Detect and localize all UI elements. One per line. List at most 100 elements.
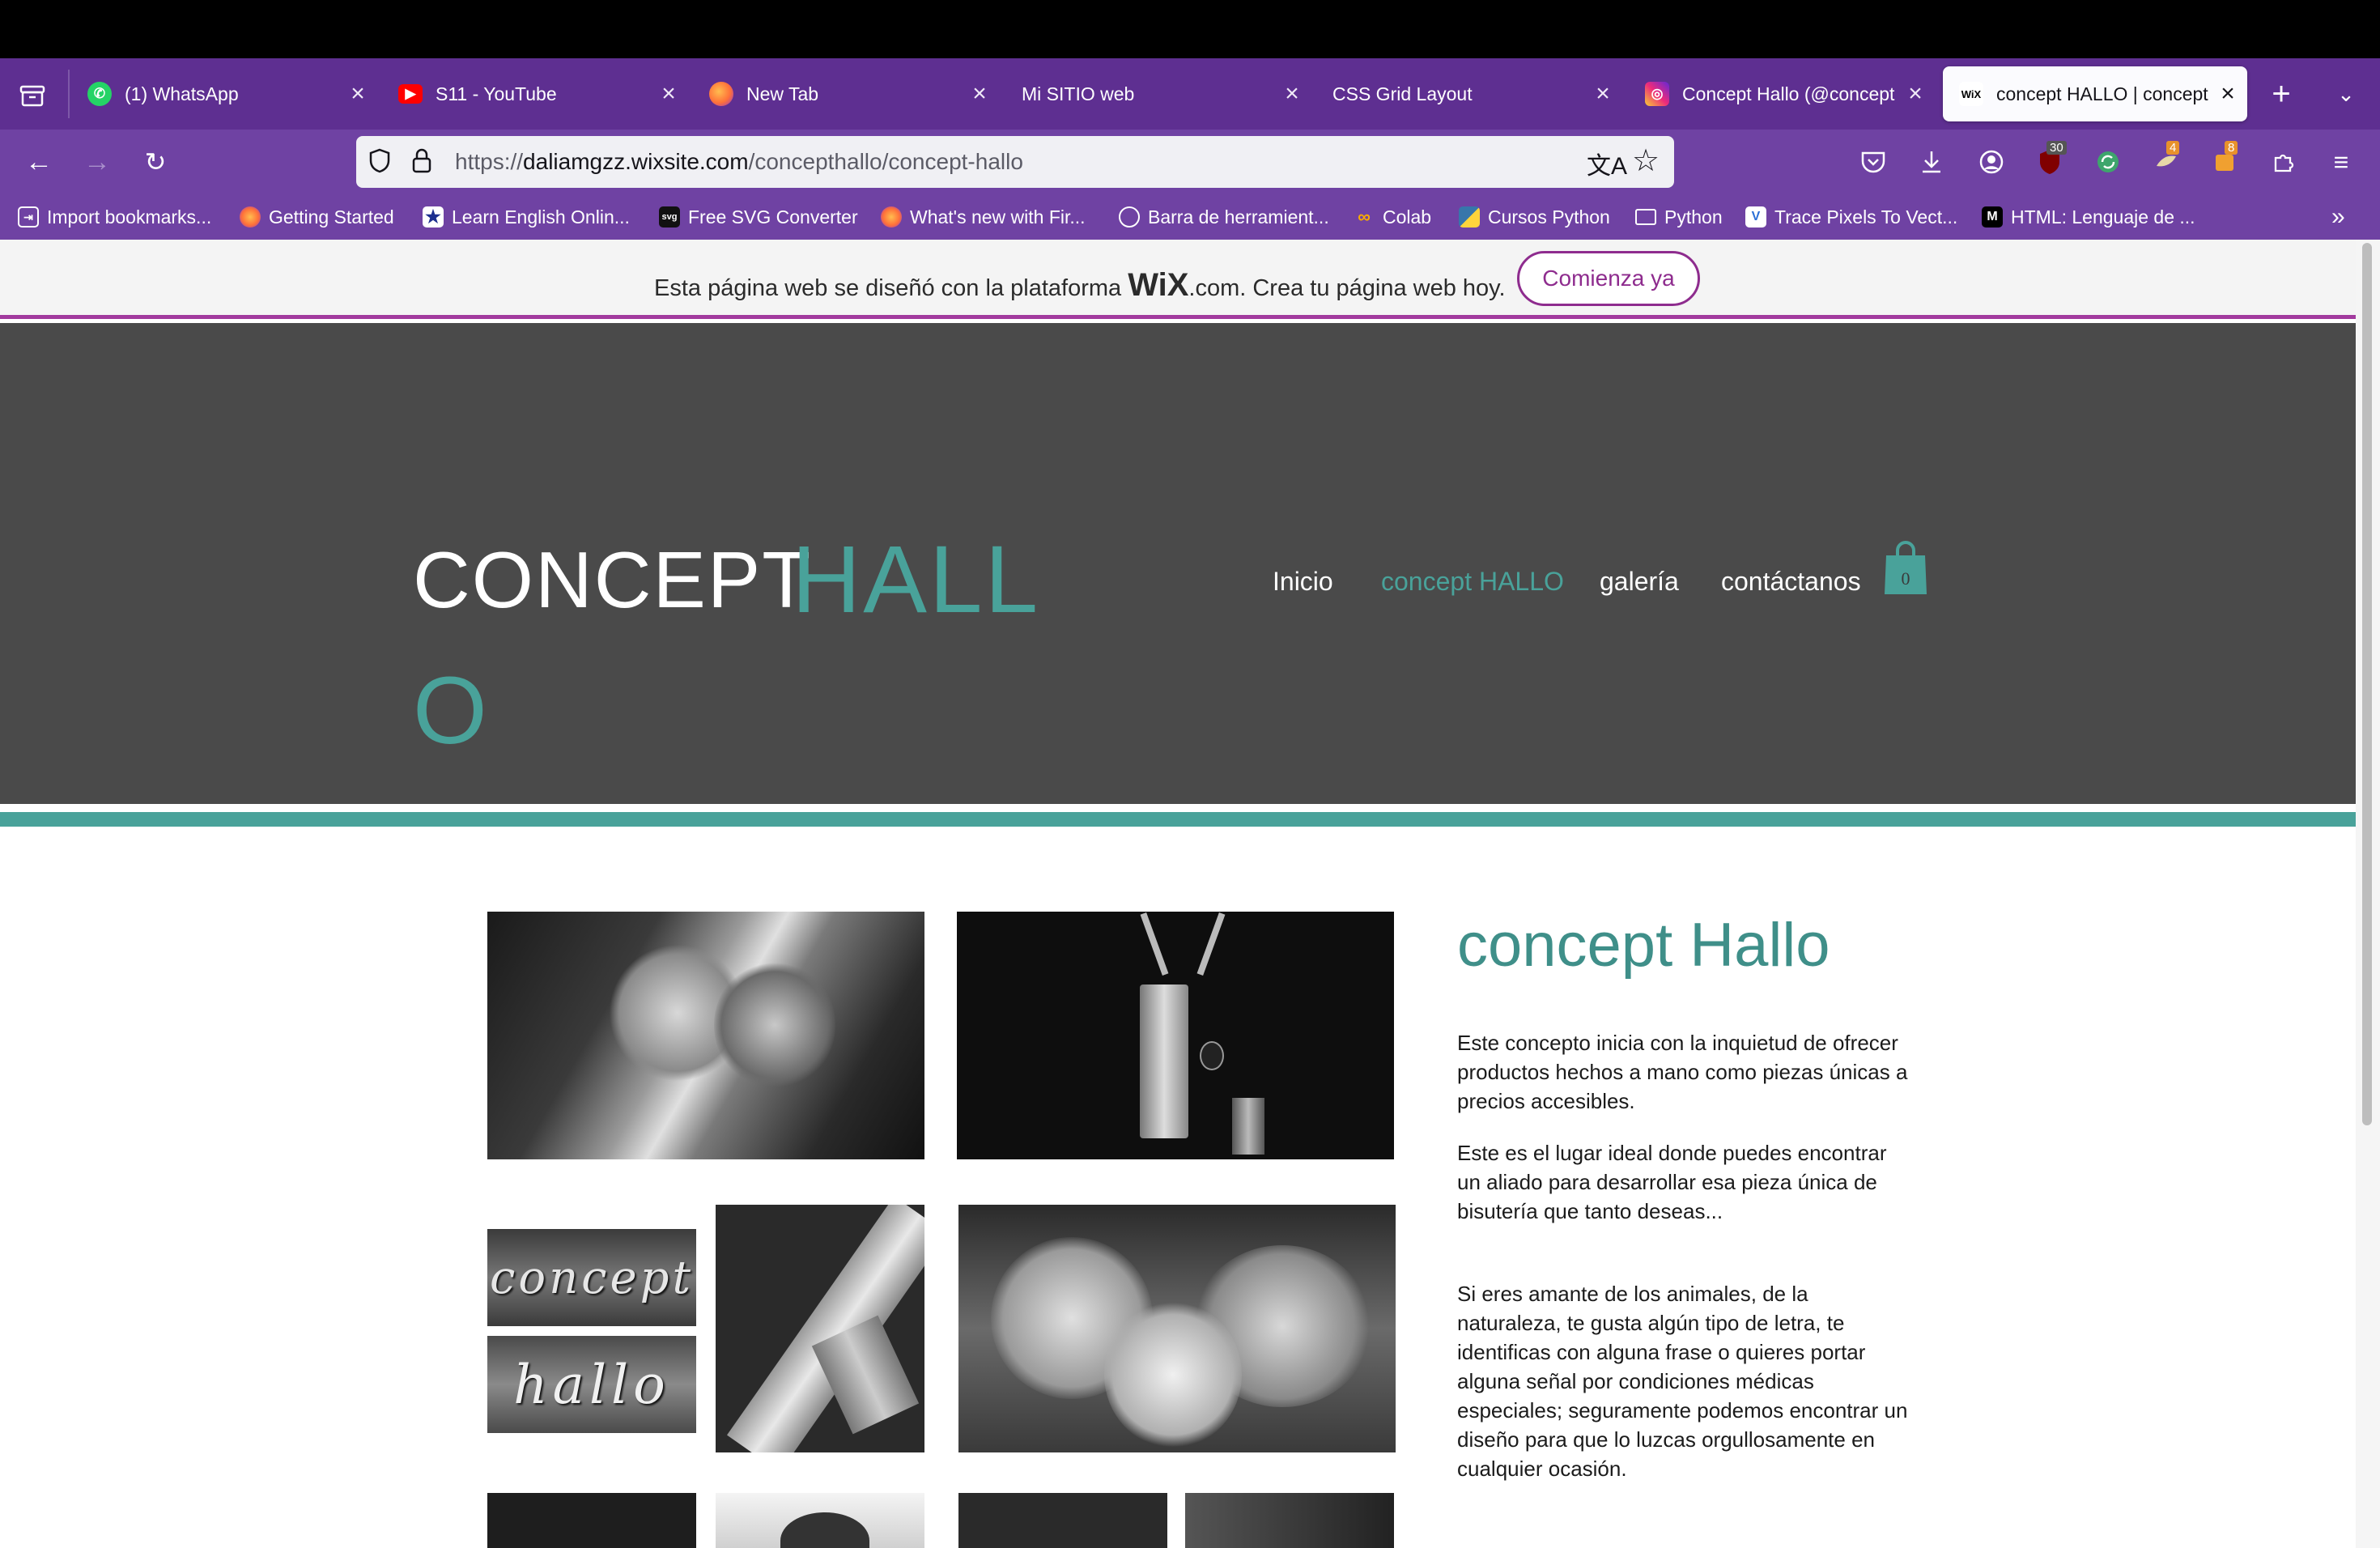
bookmark-learn-english[interactable]: ★ Learn English Onlin... [423, 202, 630, 232]
youtube-icon: ▶ [398, 84, 423, 104]
extension-badge: 8 [2225, 141, 2238, 155]
cart-count: 0 [1901, 568, 1910, 589]
bookmark-colab[interactable]: ∞ Colab [1354, 202, 1431, 232]
close-icon[interactable]: × [2216, 80, 2239, 108]
nav-contactanos[interactable]: contáctanos [1721, 567, 1861, 597]
bookmark-barra-herramientas[interactable]: Barra de herramient... [1119, 202, 1329, 232]
os-top-bar [0, 0, 2380, 58]
tab-title: (1) WhatsApp [125, 83, 239, 104]
new-tab-button[interactable]: + [2262, 74, 2301, 113]
tab-youtube[interactable]: ▶ S11 - YouTube × [398, 66, 680, 121]
download-icon[interactable] [1912, 142, 1951, 181]
site-header [0, 323, 2356, 804]
tab-title: New Tab [746, 83, 819, 104]
svg-icon: svg [659, 206, 680, 228]
close-icon[interactable]: × [1281, 80, 1303, 108]
bookmark-star-icon[interactable]: ☆ [1632, 142, 1660, 179]
url-bar[interactable]: https://daliamgzz.wixsite.com/concepthal… [356, 136, 1674, 188]
close-icon[interactable]: × [1592, 80, 1614, 108]
lock-icon[interactable] [411, 147, 432, 179]
wix-banner-text: Esta página web se diseñó con la platafo… [654, 267, 1506, 303]
tab-whatsapp[interactable]: ✆ (1) WhatsApp × [87, 66, 369, 121]
firefox-icon [881, 206, 902, 228]
extensions-puzzle-icon[interactable] [2263, 142, 2302, 181]
wix-icon: WiX [1959, 82, 1983, 106]
bookmark-trace-pixels[interactable]: V Trace Pixels To Vect... [1745, 202, 1957, 232]
trace-icon: V [1745, 206, 1766, 228]
reload-icon[interactable]: ↻ [136, 142, 175, 181]
forward-arrow-icon[interactable]: → [78, 142, 117, 181]
photo-bracelet[interactable] [487, 1493, 696, 1548]
nav-inicio[interactable]: Inicio [1273, 567, 1333, 597]
bookmark-whats-new[interactable]: What's new with Fir... [881, 202, 1086, 232]
star-icon: ★ [423, 206, 444, 228]
account-icon[interactable] [1972, 142, 2011, 181]
tab-new-tab[interactable]: New Tab × [709, 66, 991, 121]
close-icon[interactable]: × [968, 80, 991, 108]
firefox-icon [709, 82, 733, 106]
tab-css-grid[interactable]: CSS Grid Layout × [1332, 66, 1614, 121]
bookmark-svg-converter[interactable]: svg Free SVG Converter [659, 202, 858, 232]
shield-icon[interactable] [368, 147, 392, 179]
photo-portrait[interactable] [716, 1493, 924, 1548]
wix-logo: WiX [1128, 267, 1189, 303]
nav-concept-hallo[interactable]: concept HALLO [1381, 567, 1564, 597]
back-arrow-icon[interactable]: ← [19, 142, 58, 181]
close-icon[interactable]: × [1904, 80, 1927, 108]
pocket-icon[interactable] [1854, 142, 1893, 181]
header-divider [0, 812, 2356, 827]
paragraph-intro: Este concepto inicia con la inquietud de… [1457, 1031, 1908, 1113]
nav-galeria[interactable]: galería [1600, 567, 1679, 597]
tab-divider [68, 70, 70, 118]
site-logo-hall[interactable]: HALL [792, 525, 1040, 635]
tab-strip: ✆ (1) WhatsApp × ▶ S11 - YouTube × New T… [0, 58, 2380, 130]
bookmark-import[interactable]: ⇥ Import bookmarks... [18, 202, 211, 232]
bookmarks-overflow-chevron-icon[interactable]: » [2331, 202, 2345, 232]
url-text[interactable]: https://daliamgzz.wixsite.com/concepthal… [455, 149, 1023, 175]
python-icon [1459, 206, 1480, 228]
photo-engraving-concept[interactable]: concept [487, 1229, 696, 1326]
tab-instagram[interactable]: ◎ Concept Hallo (@concept × [1645, 66, 1927, 121]
tab-title: Concept Hallo (@concept [1682, 83, 1895, 104]
tab-mi-sitio[interactable]: Mi SITIO web × [1022, 66, 1303, 121]
extension-hand-icon[interactable]: 4 [2147, 141, 2186, 181]
photo-children[interactable] [958, 1205, 1396, 1452]
bookmark-cursos-python[interactable]: Cursos Python [1459, 202, 1610, 232]
close-icon[interactable]: × [346, 80, 369, 108]
paragraph-animals: Si eres amante de los animales, de la na… [1457, 1282, 1908, 1481]
import-icon: ⇥ [18, 206, 39, 228]
tab-overview-icon[interactable] [13, 76, 52, 115]
sync-extension-icon[interactable] [2089, 142, 2127, 181]
bookmark-html-mdn[interactable]: M HTML: Lenguaje de ... [1982, 202, 2195, 232]
bookmark-folder-python[interactable]: Python [1635, 202, 1723, 232]
photo-tags[interactable] [716, 1205, 924, 1452]
translate-icon[interactable]: 文A [1587, 146, 1627, 181]
photo-singers[interactable] [487, 912, 924, 1159]
start-now-button[interactable]: Comienza ya [1517, 251, 1700, 306]
whatsapp-icon: ✆ [87, 82, 112, 106]
shopping-bag-icon[interactable]: 0 [1883, 541, 1928, 596]
tab-title: Mi SITIO web [1022, 83, 1135, 104]
tab-concept-hallo[interactable]: WiX concept HALLO | concept × [1943, 66, 2247, 121]
close-icon[interactable]: × [657, 80, 680, 108]
section-title: concept Hallo [1457, 911, 1830, 980]
folder-icon [1635, 209, 1656, 225]
site-logo-o[interactable]: O [413, 656, 487, 766]
tab-title: CSS Grid Layout [1332, 83, 1473, 104]
hamburger-menu-icon[interactable]: ≡ [2322, 142, 2361, 181]
ublock-shield-icon[interactable]: 30 [2030, 141, 2069, 181]
bookmark-getting-started[interactable]: Getting Started [240, 202, 394, 232]
colab-icon: ∞ [1358, 206, 1371, 227]
photo-engraving-hallo[interactable]: hallo [487, 1336, 696, 1433]
instagram-icon: ◎ [1645, 82, 1669, 106]
firefox-icon [240, 206, 261, 228]
site-logo-concept[interactable]: CONCEPT [413, 534, 812, 626]
photo-dark[interactable] [1185, 1493, 1394, 1548]
photo-necklace[interactable] [957, 912, 1394, 1159]
scrollbar-thumb[interactable] [2362, 243, 2372, 1125]
photo-chain[interactable] [958, 1493, 1167, 1548]
tab-title: concept HALLO | concept [1996, 83, 2208, 104]
extension-ticket-icon[interactable]: 8 [2205, 141, 2244, 181]
tab-list-chevron-icon[interactable]: ⌄ [2327, 74, 2365, 113]
mdn-icon: M [1982, 206, 2003, 228]
